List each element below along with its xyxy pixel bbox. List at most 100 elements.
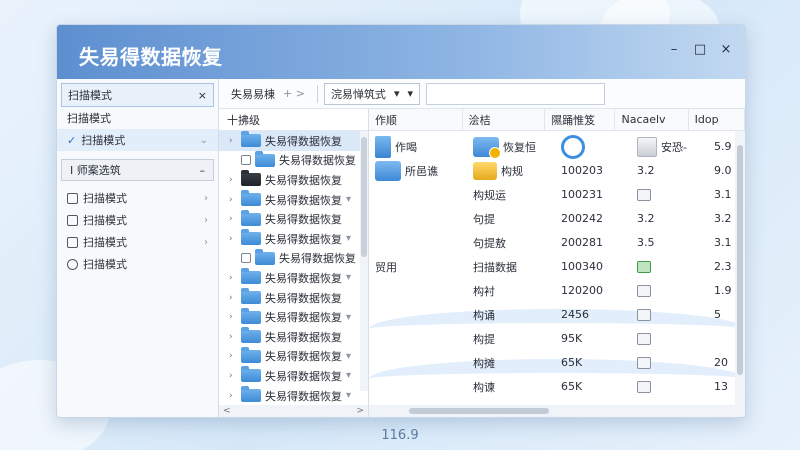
tree-item[interactable]: › 失易得数据恢复 ▾ xyxy=(219,307,368,327)
chevron-down-icon[interactable]: ▾ xyxy=(346,370,351,381)
file-vertical-scrollbar[interactable] xyxy=(735,131,745,405)
cell-size xyxy=(561,134,589,159)
table-row[interactable]: 贸用 扫描数据 100340 2.3 xyxy=(369,257,735,277)
column-header-modified[interactable]: Nacaelv xyxy=(615,108,689,131)
sidebar-item-scan-mode[interactable]: 扫描模式 xyxy=(57,107,218,129)
tree-item[interactable]: › 失易得数据恢复 xyxy=(219,131,368,151)
window-title: 失易得数据恢复 xyxy=(79,45,223,69)
tree-item[interactable]: › 失易得数据恢复 ▾ xyxy=(219,268,368,288)
cell-size: 100340 xyxy=(561,257,603,277)
chevron-down-icon[interactable]: ▾ xyxy=(346,272,351,283)
collapse-arrow-icon[interactable]: › xyxy=(229,175,237,185)
column-header-extra[interactable]: Idop xyxy=(689,108,745,131)
table-row[interactable]: 构规运 100231 3.1 xyxy=(369,185,735,205)
chevron-down-icon[interactable]: ▾ xyxy=(346,351,351,362)
cell-text: 100340 xyxy=(561,260,603,274)
collapse-arrow-icon[interactable]: › xyxy=(229,391,237,401)
sidebar-item-scan-mode-1[interactable]: 扫描模式 › xyxy=(57,187,218,209)
cell-mod xyxy=(637,281,655,301)
cell-last: 9.0 xyxy=(714,161,732,181)
tree-item[interactable]: › 失易得数据恢复 xyxy=(219,288,368,308)
table-row[interactable]: 作喝 恢复恒 安恐- 5.9 xyxy=(369,134,735,159)
cell-type: 恢复恒 xyxy=(473,136,536,159)
column-header-name[interactable]: 作顺 xyxy=(369,108,463,131)
scrollbar-thumb[interactable] xyxy=(409,408,549,414)
sidebar-item-label: 扫描模式 xyxy=(83,192,127,205)
collapse-arrow-icon[interactable]: › xyxy=(229,332,237,342)
cell-text: 句提 xyxy=(473,212,495,226)
cell-text: 构衬 xyxy=(473,284,495,298)
chevron-down-icon[interactable]: ▾ xyxy=(346,194,351,205)
collapse-arrow-icon[interactable]: › xyxy=(229,273,237,283)
sidebar-section-header[interactable]: I 师案选筑 – xyxy=(61,159,214,181)
breadcrumb[interactable]: 失易易棟 + > xyxy=(225,86,311,102)
collapse-arrow-icon[interactable]: › xyxy=(229,351,237,361)
table-row[interactable]: 构诵 2456 5 xyxy=(369,305,735,325)
table-row[interactable]: 构摊 65K 20 xyxy=(369,353,735,373)
close-button[interactable]: × xyxy=(713,39,739,59)
table-row[interactable]: 构提 95K xyxy=(369,329,735,349)
scan-mode-select-value: 浣易惮筑式 xyxy=(330,87,386,101)
scroll-right-icon[interactable]: > xyxy=(356,406,364,416)
cell-text: 200242 xyxy=(561,212,603,226)
sidebar-close-icon[interactable]: × xyxy=(198,89,207,102)
folder-badge-icon xyxy=(473,136,501,159)
table-row[interactable]: 句提敖 200281 3.5 3.1 xyxy=(369,233,735,253)
tree-item[interactable]: 失易得数据恢复 xyxy=(219,248,368,269)
scan-mode-select[interactable]: 浣易惮筑式 ▾ ▾ xyxy=(323,82,420,105)
tree-item[interactable]: › 失易得数据恢复 ▾ xyxy=(219,346,368,367)
mini-file-icon xyxy=(637,332,651,345)
tree-rows: › 失易得数据恢复 失易得数据恢复 › 失易得数据恢复 › 失易得数据恢复 ▾ › 失易得数据恢复… xyxy=(219,131,368,405)
cell-text: 扫描数据 xyxy=(473,260,517,274)
tree-horizontal-scrollbar[interactable]: < > xyxy=(219,405,368,417)
table-row[interactable]: 构谏 65K 13 xyxy=(369,377,735,397)
nav-arrows-icon[interactable]: + > xyxy=(283,87,305,100)
sidebar-item-scan-mode-selected[interactable]: ✓ 扫描模式 ⌄ xyxy=(57,129,218,151)
cell-type: 句提敖 xyxy=(473,233,506,253)
tree-item[interactable]: › 失易得数据恢复 ▾ xyxy=(219,229,368,249)
scroll-left-icon[interactable]: < xyxy=(223,406,231,416)
table-row[interactable]: 构衬 120200 1.9 xyxy=(369,281,735,301)
table-row[interactable]: 句提 200242 3.2 3.2 xyxy=(369,209,735,229)
sidebar-item-scan-mode-3[interactable]: 扫描模式 › xyxy=(57,231,218,253)
sidebar-item-scan-mode-4[interactable]: 扫描模式 xyxy=(57,253,218,275)
tree-item[interactable]: › 失易得数据恢复 ▾ xyxy=(219,366,368,386)
collapse-arrow-icon[interactable]: › xyxy=(229,195,237,205)
cell-text: 1.9 xyxy=(714,284,732,298)
collapse-icon[interactable]: – xyxy=(200,164,206,177)
tree-item[interactable]: › 失易得数据恢复 xyxy=(219,209,368,229)
tree-item[interactable]: › 失易得数据恢复 ▾ xyxy=(219,190,368,210)
maximize-button[interactable]: □ xyxy=(687,39,713,59)
expand-arrow-icon[interactable]: › xyxy=(229,136,237,146)
collapse-arrow-icon[interactable]: › xyxy=(229,371,237,381)
column-header-type[interactable]: 浍桔 xyxy=(463,108,546,131)
search-input[interactable] xyxy=(426,82,605,105)
collapse-arrow-icon[interactable]: › xyxy=(229,312,237,322)
tree-item[interactable]: › 失易得数据恢复 ▾ xyxy=(219,386,368,406)
scrollbar-thumb[interactable] xyxy=(737,145,743,375)
caption: 116.9 xyxy=(381,428,419,443)
sidebar-item-scan-mode-2[interactable]: 扫描模式 › xyxy=(57,209,218,231)
folder-icon xyxy=(255,248,275,265)
tree-item[interactable]: 失易得数据恢复 xyxy=(219,150,368,171)
chevron-down-icon[interactable]: ▾ xyxy=(346,233,351,244)
minimize-button[interactable]: – xyxy=(661,39,687,59)
chevron-right-icon: › xyxy=(204,214,208,226)
collapse-arrow-icon[interactable]: › xyxy=(229,214,237,224)
tree-header: 十拂级 xyxy=(219,109,368,131)
column-header-size[interactable]: 隰踊惟笈 xyxy=(545,108,616,131)
file-horizontal-scrollbar[interactable] xyxy=(369,405,745,417)
cell-last: 1.9 xyxy=(714,281,732,301)
cell-text: 安恐- xyxy=(661,140,687,154)
table-row[interactable]: 所邑谯 构规 100203 3.2 9.0 xyxy=(369,160,735,181)
tree-item[interactable]: › 失易得数据恢复 xyxy=(219,170,368,190)
folder-icon xyxy=(241,170,261,187)
collapse-arrow-icon[interactable]: › xyxy=(229,293,237,303)
collapse-arrow-icon[interactable]: › xyxy=(229,234,237,244)
chevron-down-icon[interactable]: ▾ xyxy=(346,390,351,401)
chevron-down-icon[interactable]: ▾ xyxy=(346,312,351,323)
sidebar-item-label: 扫描模式 xyxy=(83,236,127,249)
tree-vertical-scrollbar[interactable] xyxy=(360,131,368,391)
tree-item-label: 失易得数据恢复 xyxy=(265,291,342,305)
tree-item[interactable]: › 失易得数据恢复 xyxy=(219,327,368,347)
